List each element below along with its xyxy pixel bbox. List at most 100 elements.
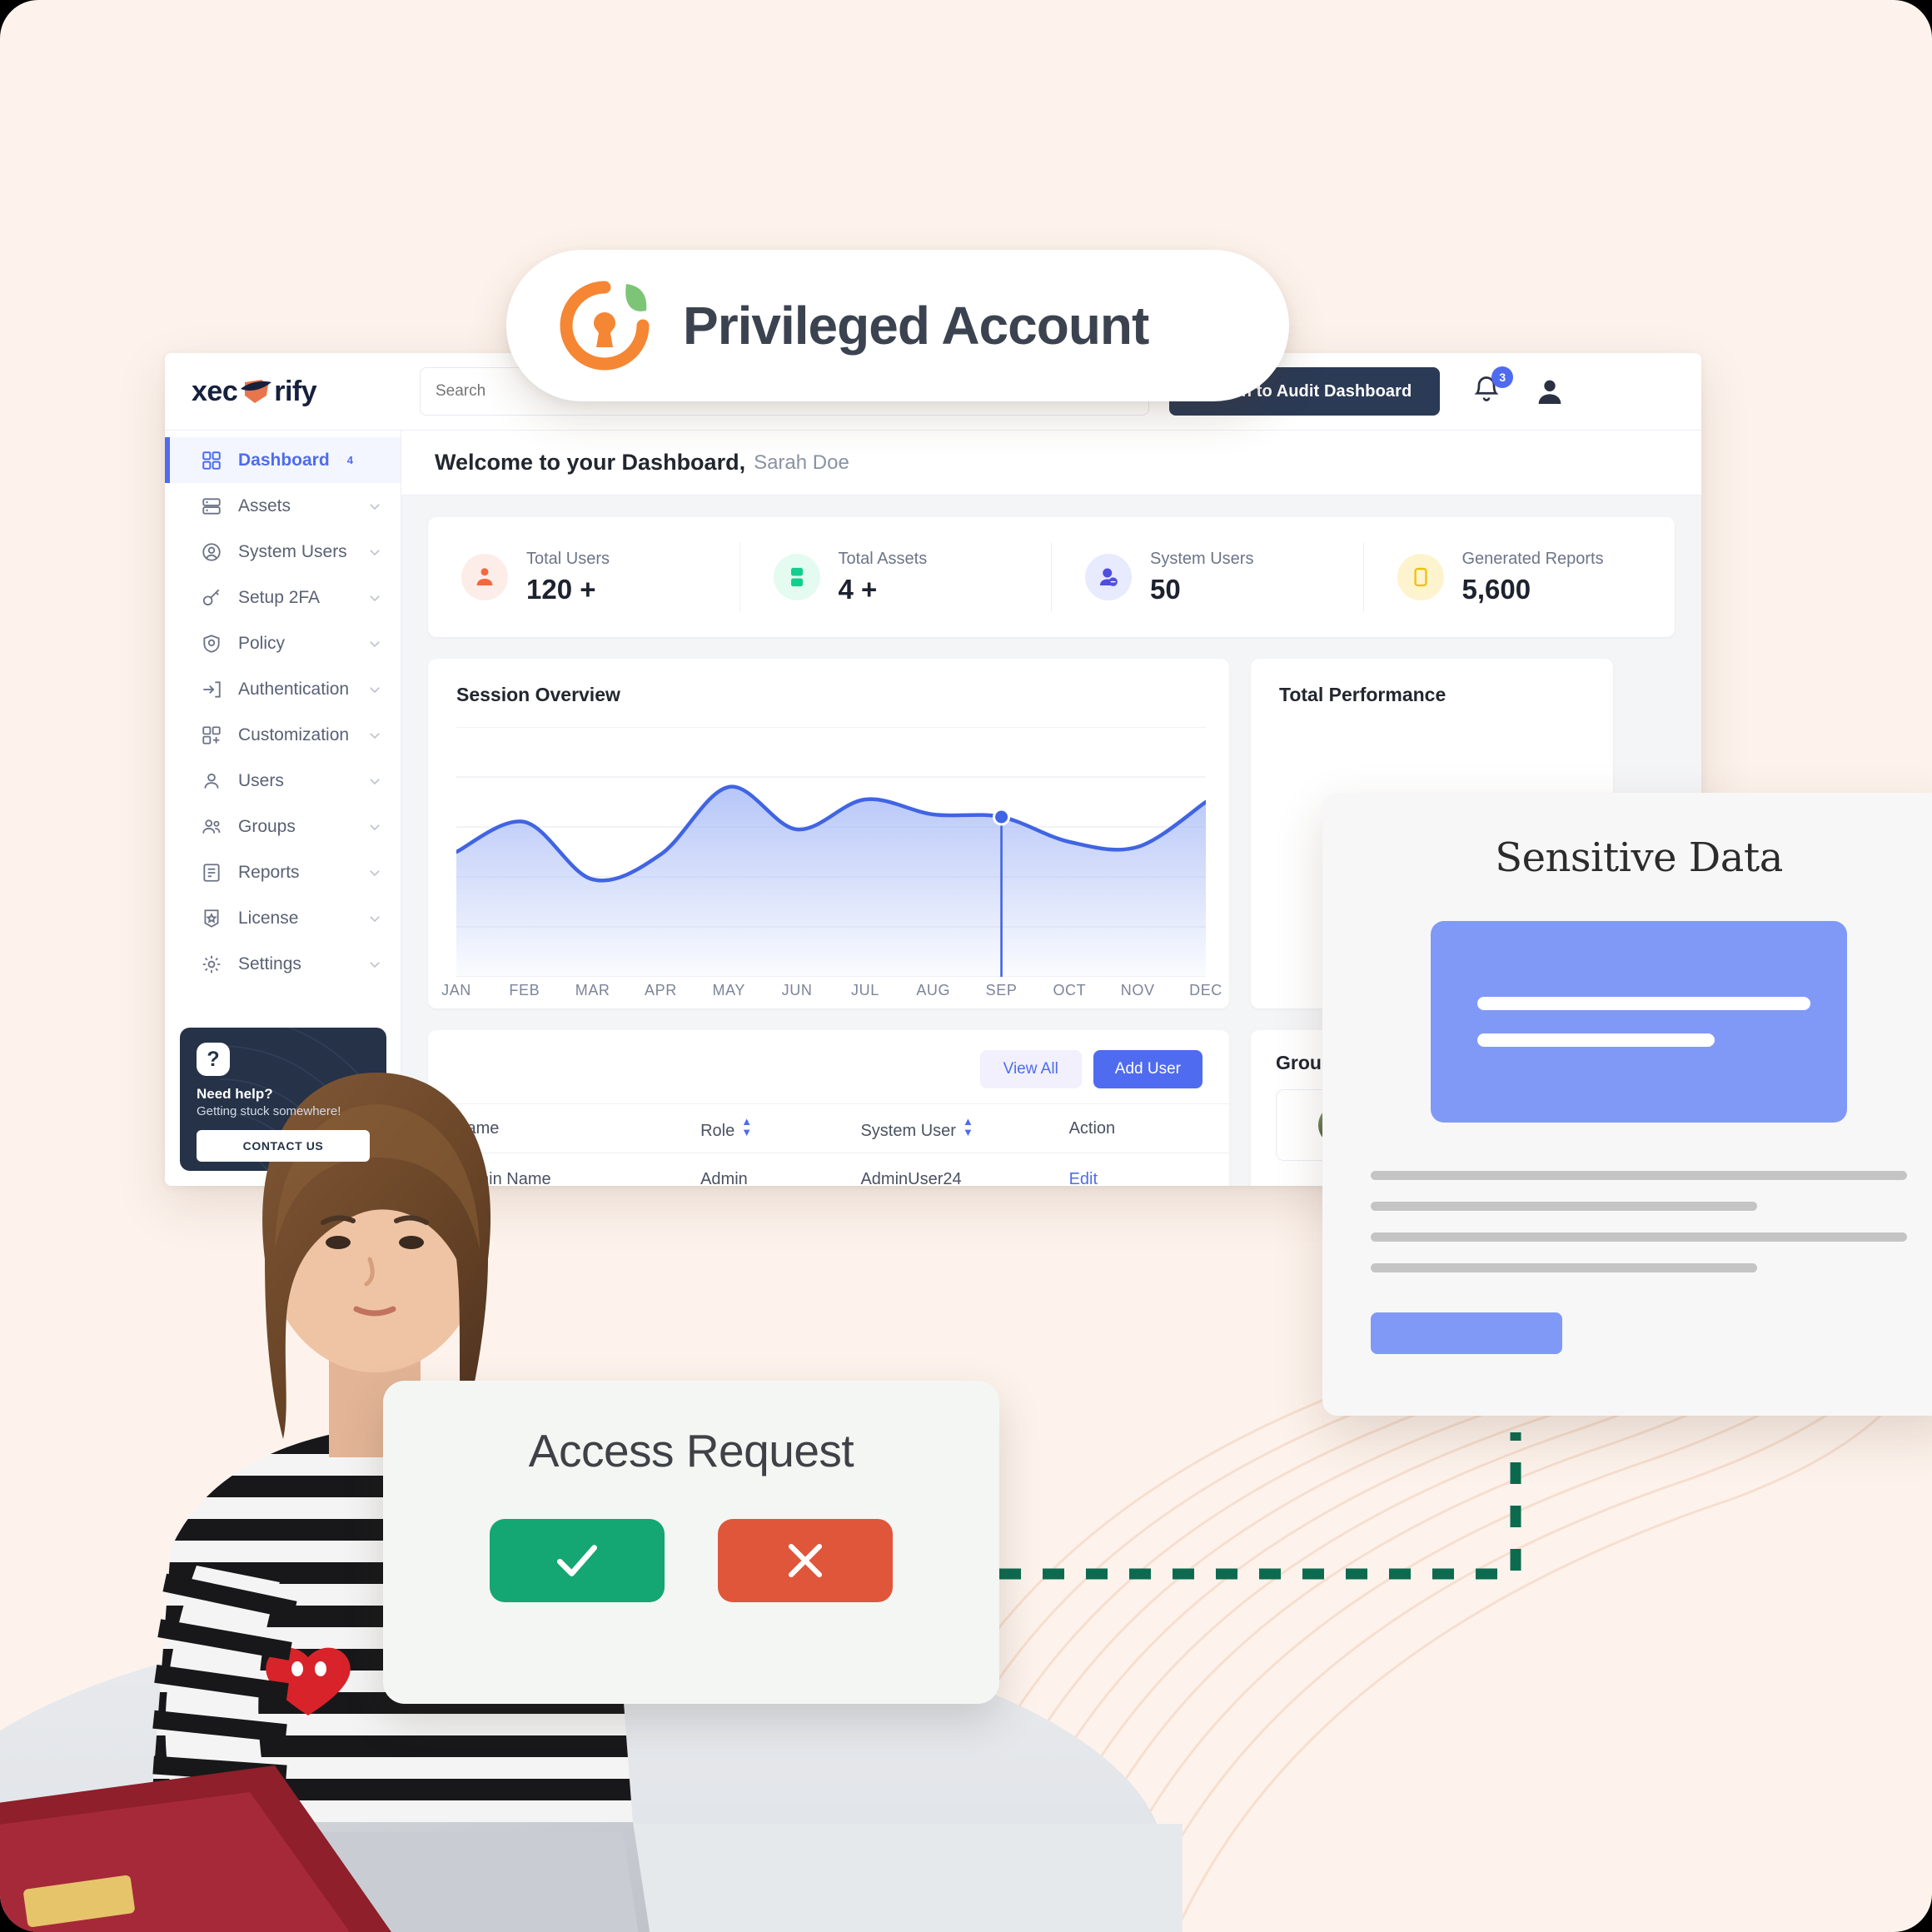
sidebar-item-policy[interactable]: Policy — [165, 620, 401, 666]
chart-x-tick: SEP — [985, 982, 1018, 998]
sidebar-item-authentication[interactable]: Authentication — [165, 666, 401, 712]
privileged-account-title: Privileged Account — [683, 296, 1149, 356]
notifications-button[interactable]: 3 — [1471, 366, 1514, 410]
session-overview-card: Session Overview 01k2k3k4k5k JANFEBMARAP… — [428, 659, 1229, 1008]
sensitive-data-action-button[interactable] — [1371, 1312, 1562, 1354]
column-header-system-user[interactable]: System User▲ ▼ — [860, 1103, 1069, 1153]
chevron-down-icon[interactable] — [367, 545, 382, 560]
sensitive-data-panel: Sensitive Data — [1322, 793, 1932, 1416]
chart-x-tick: NOV — [1120, 982, 1155, 998]
login-icon — [200, 678, 223, 701]
notebook-on-desk — [0, 1765, 391, 1932]
sidebar-item-label: Authentication — [238, 679, 350, 699]
chart-x-tick: APR — [645, 982, 677, 998]
sensitive-data-title: Sensitive Data — [1495, 834, 1783, 881]
chart-x-tick: JUL — [851, 982, 879, 998]
brand-logo[interactable]: xec rify — [165, 353, 401, 431]
masked-line — [1477, 1033, 1715, 1047]
user-icon — [200, 769, 223, 793]
chevron-down-icon[interactable] — [367, 865, 382, 880]
question-mark-icon: ? — [197, 1043, 230, 1076]
stat-label: System Users — [1150, 549, 1254, 568]
chevron-down-icon[interactable] — [367, 911, 382, 926]
chevron-down-icon[interactable] — [367, 819, 382, 834]
page-title: Welcome to your Dashboard, Sarah Doe — [401, 431, 1701, 495]
column-header-name[interactable]: Name — [428, 1103, 701, 1153]
sidebar-item-reports[interactable]: Reports — [165, 849, 401, 895]
sidebar: Dashboard 4 Assets System Users Setup 2F… — [165, 431, 401, 1186]
stat-card-generated-reports: Generated Reports 5,600 — [1362, 542, 1676, 612]
sysuser-icon — [1085, 554, 1132, 600]
sidebar-item-label: Customization — [238, 724, 350, 744]
masked-line — [1477, 997, 1810, 1010]
access-request-buttons — [490, 1519, 893, 1602]
add-user-button[interactable]: Add User — [1093, 1050, 1203, 1088]
check-icon — [556, 1545, 598, 1576]
contact-us-button[interactable]: CONTACT US — [197, 1130, 370, 1162]
grid-icon — [200, 449, 223, 472]
brand-name-left: xec — [192, 375, 238, 407]
table-row: Admin Name Admin AdminUser24 Edit — [428, 1153, 1229, 1186]
approve-button[interactable] — [490, 1519, 665, 1602]
users-table: Name Role▲ ▼ System User▲ ▼ Action Admin… — [428, 1103, 1229, 1186]
sort-icon[interactable]: ▲ ▼ — [741, 1116, 752, 1138]
chart-x-tick: OCT — [1053, 982, 1087, 998]
brand-name-right: rify — [274, 375, 317, 407]
chart-x-tick: MAR — [575, 982, 610, 998]
chevron-down-icon[interactable] — [367, 682, 382, 697]
sidebar-item-setup-2fa[interactable]: Setup 2FA — [165, 575, 401, 620]
column-header-role[interactable]: Role▲ ▼ — [700, 1103, 861, 1153]
welcome-text: Welcome to your Dashboard, — [435, 450, 746, 475]
sidebar-item-groups[interactable]: Groups — [165, 804, 401, 849]
person-icon — [461, 554, 508, 600]
sidebar-item-label: Dashboard — [238, 450, 330, 470]
need-help-subtitle: Getting stuck somewhere! — [197, 1104, 341, 1118]
stat-value: 50 — [1150, 573, 1181, 605]
notification-badge: 3 — [1491, 366, 1514, 388]
session-overview-chart: 01k2k3k4k5k JANFEBMARAPRMAYJUNJULAUGSEPO… — [441, 726, 1222, 998]
stat-value: 5,600 — [1461, 573, 1531, 605]
shield-check-icon — [200, 632, 223, 655]
chevron-down-icon[interactable] — [367, 774, 382, 789]
chart-x-tick: FEB — [509, 982, 540, 998]
sort-icon[interactable]: ▲ ▼ — [963, 1116, 973, 1138]
sidebar-item-label: License — [238, 908, 299, 928]
document-icon — [200, 861, 223, 884]
chart-x-tick: AUG — [916, 982, 951, 998]
edit-link[interactable]: Edit — [1069, 1153, 1229, 1186]
sidebar-item-settings[interactable]: Settings — [165, 941, 401, 987]
chevron-down-icon[interactable] — [367, 636, 382, 651]
stat-card-total-assets: Total Assets 4 + — [739, 542, 1052, 612]
sidebar-item-label: Assets — [238, 495, 291, 515]
stat-value: 4 + — [838, 573, 878, 605]
table-actions: View All Add User — [428, 1030, 1229, 1103]
user-avatar-icon[interactable] — [1533, 375, 1566, 408]
deny-button[interactable] — [718, 1519, 893, 1602]
stat-card-system-users: System Users 50 — [1051, 542, 1363, 612]
skeleton-line — [1371, 1232, 1907, 1242]
sidebar-item-label: Reports — [238, 862, 300, 882]
user-circle-icon — [200, 540, 223, 564]
view-all-button[interactable]: View All — [979, 1050, 1082, 1088]
skeleton-lines — [1371, 1171, 1907, 1272]
chevron-down-icon[interactable] — [367, 590, 382, 605]
sidebar-item-users[interactable]: Users — [165, 758, 401, 804]
stat-value: 120 + — [526, 573, 596, 605]
sidebar-item-label: Groups — [238, 816, 296, 836]
chevron-down-icon[interactable] — [367, 499, 382, 514]
sidebar-item-dashboard[interactable]: Dashboard 4 — [165, 437, 401, 483]
chevron-down-icon[interactable] — [367, 728, 382, 743]
chevron-down-icon[interactable] — [367, 957, 382, 972]
sidebar-item-customization[interactable]: Customization — [165, 712, 401, 758]
chart-svg — [454, 726, 1208, 978]
chart-x-tick: MAY — [712, 982, 746, 998]
server-icon — [200, 495, 223, 518]
skeleton-line — [1371, 1171, 1907, 1180]
sidebar-item-label: Settings — [238, 954, 301, 973]
sidebar-item-system-users[interactable]: System Users — [165, 529, 401, 575]
sidebar-item-assets[interactable]: Assets — [165, 483, 401, 529]
privileged-account-pill: Privileged Account — [506, 250, 1289, 401]
need-help-card: ? Need help? Getting stuck somewhere! CO… — [180, 1028, 386, 1171]
close-icon — [788, 1543, 823, 1578]
sidebar-item-license[interactable]: License — [165, 895, 401, 941]
